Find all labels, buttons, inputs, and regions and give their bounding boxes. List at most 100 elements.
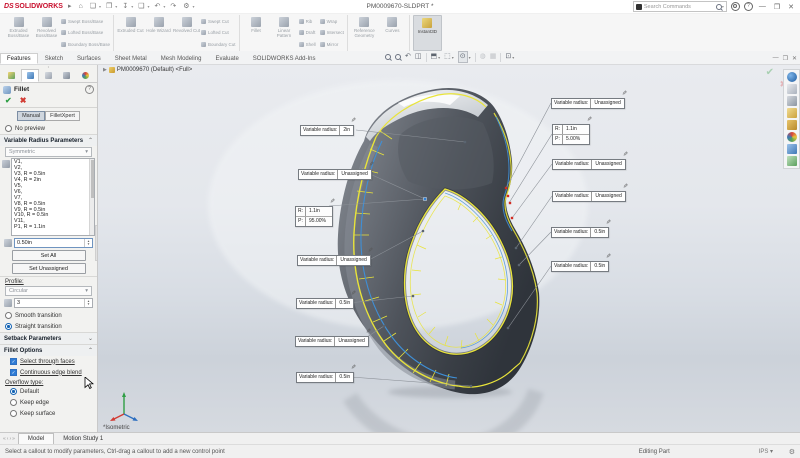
taskpane-forum-icon[interactable]	[786, 156, 797, 166]
edit-pencil-icon[interactable]: ✎	[587, 117, 592, 123]
view-settings-caret-icon[interactable]: ▾	[512, 55, 514, 60]
callout-value[interactable]: Unassigned	[592, 192, 625, 201]
overflow-keep-edge-radio[interactable]	[10, 399, 17, 406]
edit-pencil-icon[interactable]: ✎	[369, 162, 374, 168]
edit-pencil-icon[interactable]: ✎	[351, 291, 356, 297]
callout-value[interactable]: 0.5in	[336, 373, 354, 382]
fillet-button[interactable]: Fillet	[243, 15, 270, 51]
lofted-boss-button[interactable]: Lofted Boss/Base	[61, 30, 110, 36]
swept-boss-button[interactable]: Swept Boss/Base	[61, 19, 110, 25]
taskpane-solidworks-resources-icon[interactable]	[786, 96, 797, 106]
variable-radius-callout[interactable]: Variable radius: 0.5in ✎	[551, 254, 611, 272]
set-unassigned-button[interactable]: Set Unassigned	[11, 263, 86, 274]
tab-configuration-manager[interactable]	[40, 69, 57, 82]
taskpane-3dexperience-icon[interactable]	[786, 72, 797, 82]
open-caret-icon[interactable]: ▾	[115, 4, 117, 9]
variable-radius-callout[interactable]: Variable radius: Unassigned ✎	[298, 162, 374, 180]
tab-sheet-metal[interactable]: Sheet Metal	[108, 53, 154, 64]
minimize-button[interactable]: —	[757, 3, 768, 10]
mirror-button[interactable]: Mirror	[319, 41, 344, 47]
callout-value[interactable]: 0.5in	[336, 299, 354, 308]
lofted-cut-button[interactable]: Lofted Cut	[201, 30, 236, 36]
variable-radius-callout[interactable]: Variable radius: Unassigned ✎	[297, 248, 373, 266]
view-settings-icon[interactable]: ⊡	[505, 52, 511, 62]
search-input[interactable]: Search Commands ▾	[632, 1, 727, 12]
graphics-area[interactable]: ▶ PM0009670 (Default) <Full> ✔ ✖ Variab	[98, 65, 800, 432]
radius-position-callout[interactable]: R: 1.1in P: 95.00% ✎	[295, 199, 335, 227]
overflow-default-option[interactable]: Default	[0, 386, 97, 397]
instant3d-button[interactable]: Instant3D	[412, 15, 442, 51]
variable-radius-callout[interactable]: Variable radius: Unassigned ✎	[552, 184, 628, 202]
zoom-to-area-icon[interactable]	[395, 54, 401, 60]
tab-scroll-buttons[interactable]: «‹ ›»	[0, 433, 18, 444]
callout-value[interactable]: Unassigned	[591, 99, 624, 108]
flyout-feature-tree[interactable]: ▶ PM0009670 (Default) <Full>	[103, 67, 192, 73]
save-icon[interactable]: ↧	[120, 0, 130, 13]
doc-close-button[interactable]: ✕	[792, 55, 797, 62]
boundary-cut-button[interactable]: Boundary Cut	[201, 41, 236, 47]
apply-scene-icon[interactable]: ▦	[490, 52, 497, 62]
variable-radius-callout[interactable]: Variable radius: Unassigned ✎	[295, 329, 371, 347]
undo-caret-icon[interactable]: ▾	[163, 4, 165, 9]
radius-input[interactable]: 0.50in ▴ ▾	[14, 238, 93, 248]
new-caret-icon[interactable]: ▾	[99, 4, 101, 9]
variable-radius-callout[interactable]: Variable radius: 0.5in ✎	[296, 365, 356, 383]
no-preview-radio[interactable]	[5, 125, 12, 132]
variable-radius-callout[interactable]: Variable radius: 0.5in ✎	[296, 291, 356, 309]
tab-solidworks-addins[interactable]: SOLIDWORKS Add-Ins	[246, 53, 323, 64]
rib-button[interactable]: Rib	[298, 19, 316, 25]
callout-value[interactable]: Unassigned	[592, 160, 625, 169]
straight-transition-radio[interactable]	[5, 323, 12, 330]
display-style-caret-icon[interactable]: ▾	[452, 55, 454, 60]
tab-mesh-modeling[interactable]: Mesh Modeling	[154, 53, 209, 64]
callout-value[interactable]: Unassigned	[338, 170, 371, 179]
previous-view-icon[interactable]: ↶	[405, 52, 411, 62]
tab-dimxpert-manager[interactable]	[58, 69, 75, 82]
taskpane-custom-properties-icon[interactable]	[786, 144, 797, 154]
variable-radius-callout[interactable]: Variable radius: 2in ✎	[300, 118, 356, 136]
hide-show-caret-icon[interactable]: ▾	[469, 55, 471, 60]
taskpane-file-explorer-icon[interactable]	[786, 120, 797, 130]
manual-mode-button[interactable]: Manual	[17, 111, 46, 121]
model-3d-view[interactable]	[98, 65, 800, 432]
expand-chevron-icon[interactable]: ⌄	[88, 335, 93, 342]
display-style-icon[interactable]: ⬚	[444, 52, 451, 62]
save-caret-icon[interactable]: ▾	[131, 4, 133, 9]
restore-button[interactable]: ❐	[772, 3, 782, 11]
new-document-icon[interactable]: ❏	[88, 0, 98, 13]
home-icon[interactable]: ⌂	[76, 0, 84, 13]
variable-radius-callout[interactable]: Variable radius: Unassigned ✎	[552, 152, 628, 170]
extruded-cut-button[interactable]: Extruded Cut	[117, 15, 144, 51]
listbox-scrollbar[interactable]	[89, 159, 94, 235]
ok-check-icon[interactable]: ✔	[5, 96, 12, 105]
cancel-x-icon[interactable]: ✖	[20, 96, 27, 105]
edit-pencil-icon[interactable]: ✎	[351, 365, 356, 371]
selected-control-point[interactable]	[423, 197, 427, 201]
curves-button[interactable]: Curves	[379, 15, 406, 51]
tab-property-manager[interactable]	[21, 69, 39, 82]
redo-icon[interactable]: ↷	[168, 0, 178, 13]
login-user-icon[interactable]	[730, 2, 740, 11]
continuous-edge-blend-checkbox[interactable]: ✓	[10, 369, 17, 376]
tab-features[interactable]: Features	[0, 53, 38, 64]
edit-pencil-icon[interactable]: ✎	[623, 152, 628, 158]
close-button[interactable]: ✕	[786, 3, 796, 11]
radius-position-callout[interactable]: R: 1.1in P: 5.00% ✎	[552, 117, 592, 145]
tab-display-manager[interactable]	[77, 69, 94, 82]
symmetry-dropdown[interactable]: Symmetric ▾	[5, 147, 92, 157]
overflow-keep-surface-radio[interactable]	[10, 410, 17, 417]
overflow-keep-surface-option[interactable]: Keep surface	[0, 408, 97, 419]
continuous-edge-blend-option[interactable]: ✓ Continuous edge blend	[0, 367, 97, 378]
smooth-transition-option[interactable]: Smooth transition	[0, 310, 97, 321]
command-help-icon[interactable]: ?	[85, 85, 94, 94]
options-caret-icon[interactable]: ▾	[193, 4, 195, 9]
callout-value[interactable]: 2in	[340, 126, 354, 135]
tree-expand-icon[interactable]: ▶	[103, 67, 107, 73]
edit-appearance-icon[interactable]: ◍	[480, 52, 486, 62]
doc-restore-button[interactable]: ❐	[783, 55, 788, 62]
instances-input[interactable]: 3 ▴ ▾	[14, 298, 93, 308]
spinner-arrows[interactable]: ▴ ▾	[84, 299, 92, 307]
print-icon[interactable]: ❑	[136, 0, 146, 13]
spinner-arrows[interactable]: ▴ ▾	[84, 239, 92, 247]
no-preview-option[interactable]: No preview	[0, 123, 97, 134]
